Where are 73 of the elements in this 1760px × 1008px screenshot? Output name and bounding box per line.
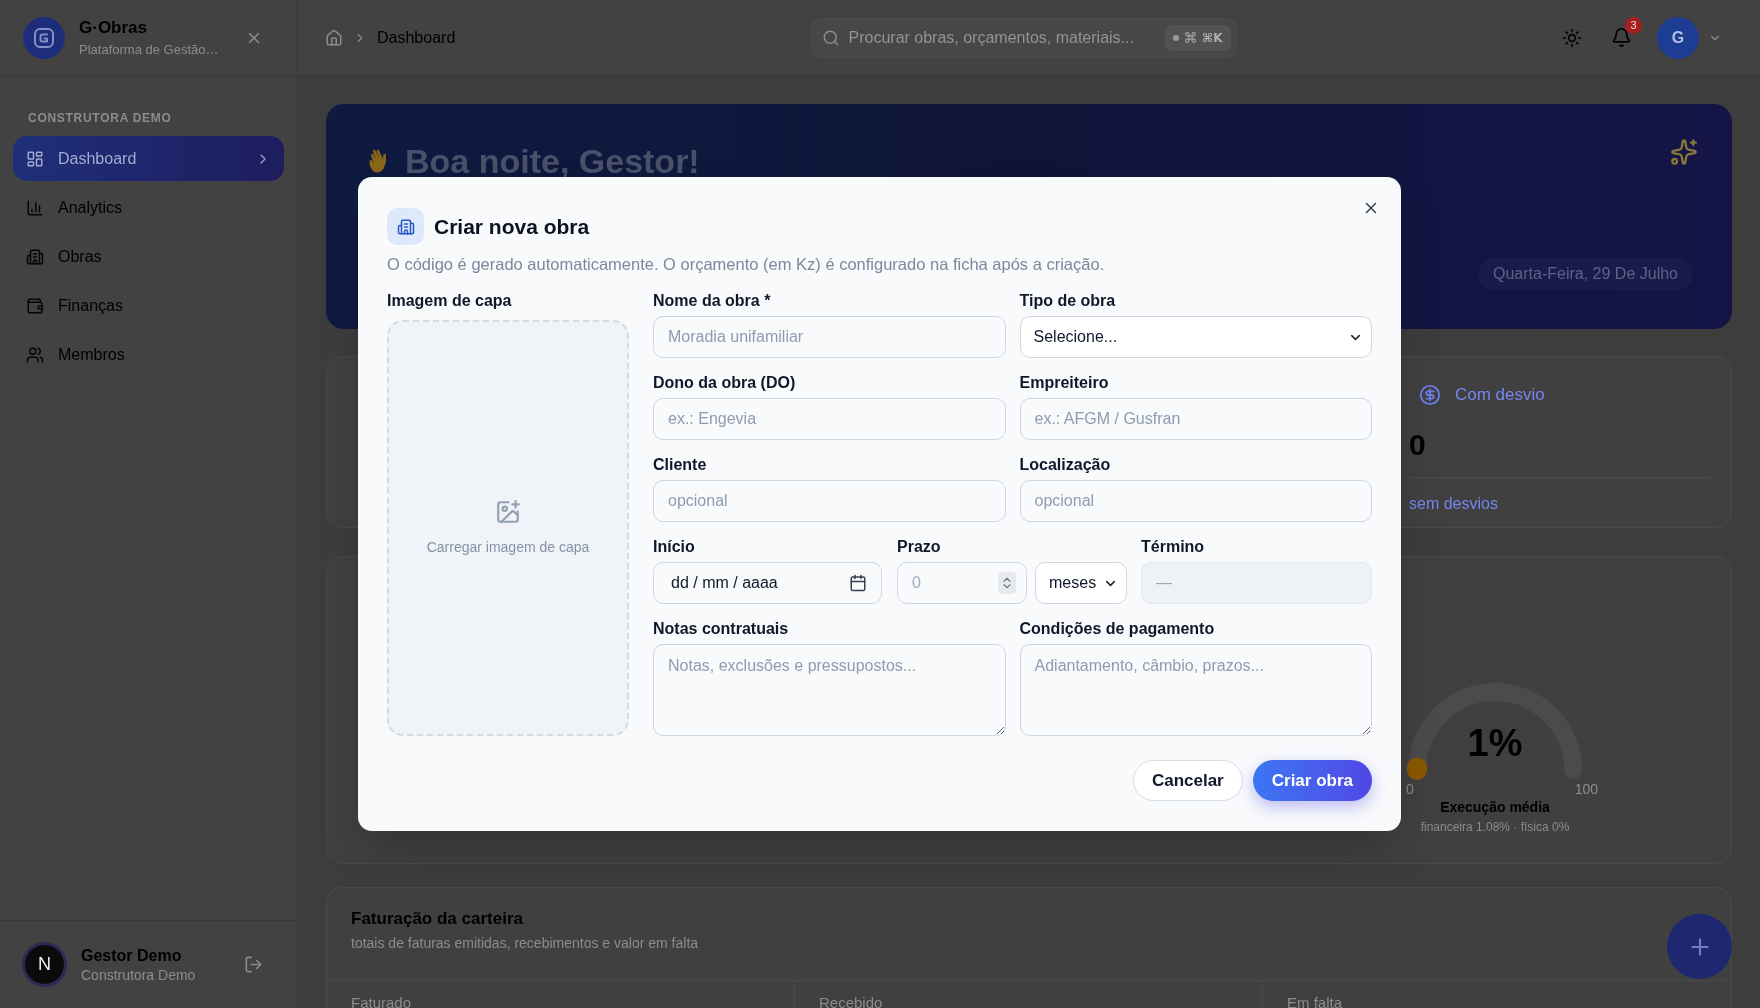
cover-upload-area[interactable]: Carregar imagem de capa xyxy=(387,320,629,736)
dot-icon xyxy=(1173,34,1180,41)
select-field[interactable]: meses xyxy=(1035,562,1127,604)
user-organization: Construtora Demo xyxy=(81,965,196,984)
readonly-field: — xyxy=(1141,562,1372,604)
field-label: Início xyxy=(653,537,695,557)
text-input[interactable]: opcional xyxy=(653,480,1006,522)
stat-value: 0 xyxy=(1409,427,1426,463)
billing-column-label: Faturado xyxy=(351,994,412,1008)
textarea-field[interactable]: Notas, exclusões e pressupostos... xyxy=(653,644,1006,736)
logo-icon xyxy=(23,16,65,59)
billing-column-label: Recebido xyxy=(819,994,883,1008)
sidebar-item[interactable]: Dashboard xyxy=(13,136,284,181)
section-label: CONSTRUTORA DEMO xyxy=(28,110,172,126)
textarea-field[interactable]: Adiantamento, câmbio, prazos... xyxy=(1019,644,1372,736)
user-avatar[interactable]: N xyxy=(22,942,67,987)
number-input[interactable]: 0 xyxy=(897,562,1027,604)
search-icon xyxy=(821,28,840,47)
stat-note: sem desvios xyxy=(1409,494,1498,514)
command-icon xyxy=(1184,31,1198,44)
field-label: Dono da obra (DO) xyxy=(653,373,796,393)
dialog-description: O código é gerado automaticamente. O orçamento (em Kz) é configurado na ficha após a criação. xyxy=(387,254,1105,275)
field-label: Prazo xyxy=(897,537,941,557)
user-name: Gestor Demo xyxy=(81,945,182,966)
field-label: Nome da obra * xyxy=(653,291,771,311)
field-label: Tipo de obra xyxy=(1019,291,1116,311)
text-input[interactable]: ex.: Engevia xyxy=(653,398,1006,440)
image-plus-icon xyxy=(495,498,521,525)
building-icon xyxy=(387,208,424,245)
cancel-button[interactable]: Cancelar xyxy=(1132,760,1243,801)
greeting-title: Boa noite, Gestor! xyxy=(405,146,700,176)
users-icon xyxy=(26,345,44,364)
text-input[interactable]: ex.: AFGM / Gusfran xyxy=(1019,398,1372,440)
notification-badge: 3 xyxy=(1625,17,1642,34)
billing-column-label: Em falta xyxy=(1287,994,1343,1008)
create-button[interactable]: Criar obra xyxy=(1252,760,1372,801)
spinner-icon[interactable] xyxy=(998,572,1016,594)
dollar-circle-icon xyxy=(1419,384,1441,406)
card-subtitle: totais de faturas emitidas, recebimentos e valor em falta xyxy=(351,934,699,952)
gauge-value: 1% xyxy=(1466,722,1524,764)
text-input[interactable]: opcional xyxy=(1019,480,1372,522)
bar-chart-icon xyxy=(26,198,44,217)
home-icon[interactable] xyxy=(325,28,343,47)
gauge-max-label: 100 xyxy=(1574,780,1598,798)
logout-icon[interactable] xyxy=(244,955,263,974)
calendar-icon[interactable] xyxy=(849,574,867,592)
field-label: Cliente xyxy=(653,455,707,475)
field-label: Condições de pagamento xyxy=(1019,619,1215,639)
field-label: Imagem de capa xyxy=(387,291,512,311)
wallet-icon xyxy=(26,296,44,315)
field-label: Notas contratuais xyxy=(653,619,789,639)
select-field[interactable]: Selecione... xyxy=(1019,316,1372,358)
field-label: Empreiteiro xyxy=(1019,373,1109,393)
card-title: Faturação da carteira xyxy=(351,908,523,930)
theme-toggle-icon[interactable] xyxy=(1562,27,1582,48)
brand-subtitle: Plataforma de Gestão… xyxy=(79,40,219,58)
field-label: Término xyxy=(1141,537,1205,557)
date-pill: Quarta-Feira, 29 De Julho xyxy=(1478,258,1693,290)
bell-icon[interactable] xyxy=(1611,27,1632,48)
building-icon xyxy=(26,247,44,266)
gauge-title: Execução média xyxy=(1440,798,1550,816)
shortcut-key: ⌘K xyxy=(1202,28,1223,47)
brand-name: G·Obras xyxy=(79,17,148,38)
dashboard-grid-icon xyxy=(26,149,44,168)
text-input[interactable]: Moradia unifamiliar xyxy=(653,316,1006,358)
dialog-title: Criar nova obra xyxy=(434,213,590,240)
sparkles-icon xyxy=(1670,138,1698,166)
gauge-detail: financeira 1.08% · física 0% xyxy=(1420,819,1570,835)
field-label: Localização xyxy=(1019,455,1111,475)
user-avatar[interactable]: G xyxy=(1657,16,1699,59)
date-input[interactable]: dd / mm / aaaa xyxy=(653,562,882,604)
gauge-min-label: 0 xyxy=(1406,780,1414,798)
stat-label: Com desvio xyxy=(1455,384,1545,407)
